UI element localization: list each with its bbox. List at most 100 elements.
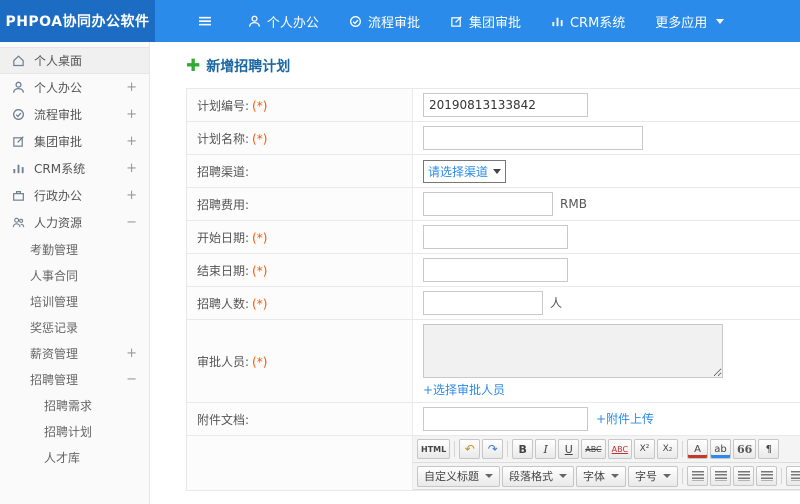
sidebar-item-desktop[interactable]: 个人桌面: [0, 47, 149, 74]
required-marker: (*): [252, 98, 268, 113]
nav-personal-office[interactable]: 个人办公: [233, 0, 334, 42]
paragraph-icon[interactable]: ¶: [758, 439, 780, 459]
channel-select[interactable]: 请选择渠道: [423, 159, 507, 183]
sidebar-item-group-approval[interactable]: 集团审批 +: [0, 128, 149, 155]
custom-heading-dropdown[interactable]: 自定义标题: [417, 465, 500, 487]
field-label-cell: 招聘费用:: [186, 187, 413, 221]
caret-down-icon: [716, 18, 725, 24]
expand-plus-icon[interactable]: +: [126, 107, 137, 122]
caret-down-icon: [493, 168, 502, 174]
align-justify-icon[interactable]: [756, 466, 777, 486]
nav-crm-system[interactable]: CRM系统: [536, 0, 640, 42]
sidebar-item-flow-approval[interactable]: 流程审批 +: [0, 101, 149, 128]
sidebar-item-recruit-needs[interactable]: 招聘需求: [0, 392, 149, 418]
font-size-dropdown[interactable]: 字号: [628, 465, 678, 487]
end-date-input[interactable]: [423, 258, 568, 282]
superscript-icon[interactable]: X²: [634, 439, 656, 459]
sidebar-item-talent-pool[interactable]: 人才库: [0, 444, 149, 470]
expand-plus-icon[interactable]: +: [126, 346, 137, 361]
align-center-icon[interactable]: [710, 466, 731, 486]
sidebar-item-hr-contract[interactable]: 人事合同: [0, 262, 149, 288]
align-left-icon: [691, 471, 704, 481]
sidebar-item-recruitment[interactable]: 招聘管理 −: [0, 366, 149, 392]
add-plus-icon: ✚: [186, 55, 201, 76]
sidebar-item-rewards[interactable]: 奖惩记录: [0, 314, 149, 340]
collapse-minus-icon[interactable]: −: [126, 215, 137, 230]
italic-icon[interactable]: I: [535, 439, 557, 459]
undo-icon[interactable]: ↶: [459, 439, 481, 459]
people-icon: [11, 216, 26, 229]
expand-plus-icon[interactable]: +: [126, 188, 137, 203]
plan-no-input[interactable]: [423, 93, 588, 117]
dropdown-label: 自定义标题: [424, 470, 479, 483]
subscript-icon[interactable]: X₂: [657, 439, 679, 459]
toolbar-separator: [781, 468, 782, 484]
field-label: 计划名称:: [197, 131, 250, 146]
select-approver-link[interactable]: +选择审批人员: [423, 381, 505, 398]
approver-textarea[interactable]: [423, 324, 723, 378]
nav-label: 个人办公: [266, 15, 319, 31]
font-color-icon[interactable]: A: [687, 439, 709, 459]
html-source-button[interactable]: HTML: [417, 439, 451, 459]
font-family-dropdown[interactable]: 字体: [576, 465, 626, 487]
hamburger-icon[interactable]: ≡: [197, 11, 213, 31]
expand-plus-icon[interactable]: +: [126, 134, 137, 149]
bar-chart-icon: [11, 162, 26, 175]
bold-icon[interactable]: B: [512, 439, 534, 459]
headcount-input[interactable]: [423, 291, 543, 315]
sidebar-item-admin-office[interactable]: 行政办公 +: [0, 182, 149, 209]
form-row-end-date: 结束日期: (*): [186, 253, 800, 287]
collapse-minus-icon[interactable]: −: [126, 372, 137, 387]
expand-plus-icon[interactable]: +: [126, 161, 137, 176]
strikethrough-icon[interactable]: ABC: [581, 439, 606, 459]
plan-name-input[interactable]: [423, 126, 643, 150]
paragraph-format-dropdown[interactable]: 段落格式: [502, 465, 574, 487]
sidebar-item-recruit-plan[interactable]: 招聘计划: [0, 418, 149, 444]
field-cell: 人: [412, 286, 800, 320]
sidebar-item-salary[interactable]: 薪资管理 +: [0, 340, 149, 366]
underline-icon[interactable]: U: [558, 439, 580, 459]
field-label-cell: 计划编号: (*): [186, 88, 413, 122]
sidebar-item-crm[interactable]: CRM系统 +: [0, 155, 149, 182]
nav-label: 集团审批: [468, 15, 521, 31]
attachment-upload-link[interactable]: +附件上传: [596, 412, 654, 426]
required-marker: (*): [252, 230, 268, 245]
field-label: 附件文档:: [197, 412, 250, 427]
spellcheck-icon[interactable]: ABC: [607, 439, 633, 459]
sidebar-item-label: 薪资管理: [30, 346, 79, 361]
nav-flow-approval[interactable]: 流程审批: [334, 0, 435, 42]
required-marker: (*): [252, 354, 268, 369]
start-date-input[interactable]: [423, 225, 568, 249]
dropdown-label: 字体: [583, 470, 605, 483]
align-left-icon[interactable]: [687, 466, 708, 486]
content-area: ✚ 新增招聘计划 计划编号:(*) 计划名称:(*: [150, 42, 800, 504]
recruit-plan-form: 计划编号:(*) 计划名称:(*): [186, 88, 800, 491]
sidebar-item-personal-office[interactable]: 个人办公 +: [0, 74, 149, 101]
fee-input[interactable]: [423, 192, 553, 216]
sidebar-item-hr[interactable]: 人力资源 −: [0, 209, 149, 236]
app-window: PHPOA协同办公软件 ≡ 个人办公 流程审批 集团审批 CRM系统 更多应用: [0, 0, 800, 504]
nav-group-approval[interactable]: 集团审批: [435, 0, 536, 42]
sidebar-item-label: 个人办公: [34, 81, 83, 95]
attachment-input[interactable]: [423, 407, 588, 431]
sidebar-item-attendance[interactable]: 考勤管理: [0, 236, 149, 262]
blockquote-icon[interactable]: 66: [733, 439, 757, 459]
sidebar-item-training[interactable]: 培训管理: [0, 288, 149, 314]
field-cell: 请选择渠道: [412, 154, 800, 188]
user-icon: [11, 81, 26, 94]
field-label: 结束日期:: [197, 263, 250, 278]
required-marker: (*): [252, 131, 268, 146]
highlight-color-icon[interactable]: ab: [710, 439, 732, 459]
align-right-icon: [737, 471, 750, 481]
page-title: ✚ 新增招聘计划: [186, 56, 800, 76]
field-label-cell: 开始日期: (*): [186, 220, 413, 254]
outdent-icon[interactable]: [786, 466, 800, 486]
sidebar-item-label: 集团审批: [34, 135, 83, 149]
channel-select-value: 请选择渠道: [428, 164, 489, 179]
redo-icon[interactable]: ↷: [482, 439, 504, 459]
nav-more-apps[interactable]: 更多应用: [640, 0, 739, 42]
sidebar-item-label: 考勤管理: [30, 242, 79, 257]
align-right-icon[interactable]: [733, 466, 754, 486]
nav-label: CRM系统: [569, 15, 626, 31]
expand-plus-icon[interactable]: +: [126, 80, 137, 95]
